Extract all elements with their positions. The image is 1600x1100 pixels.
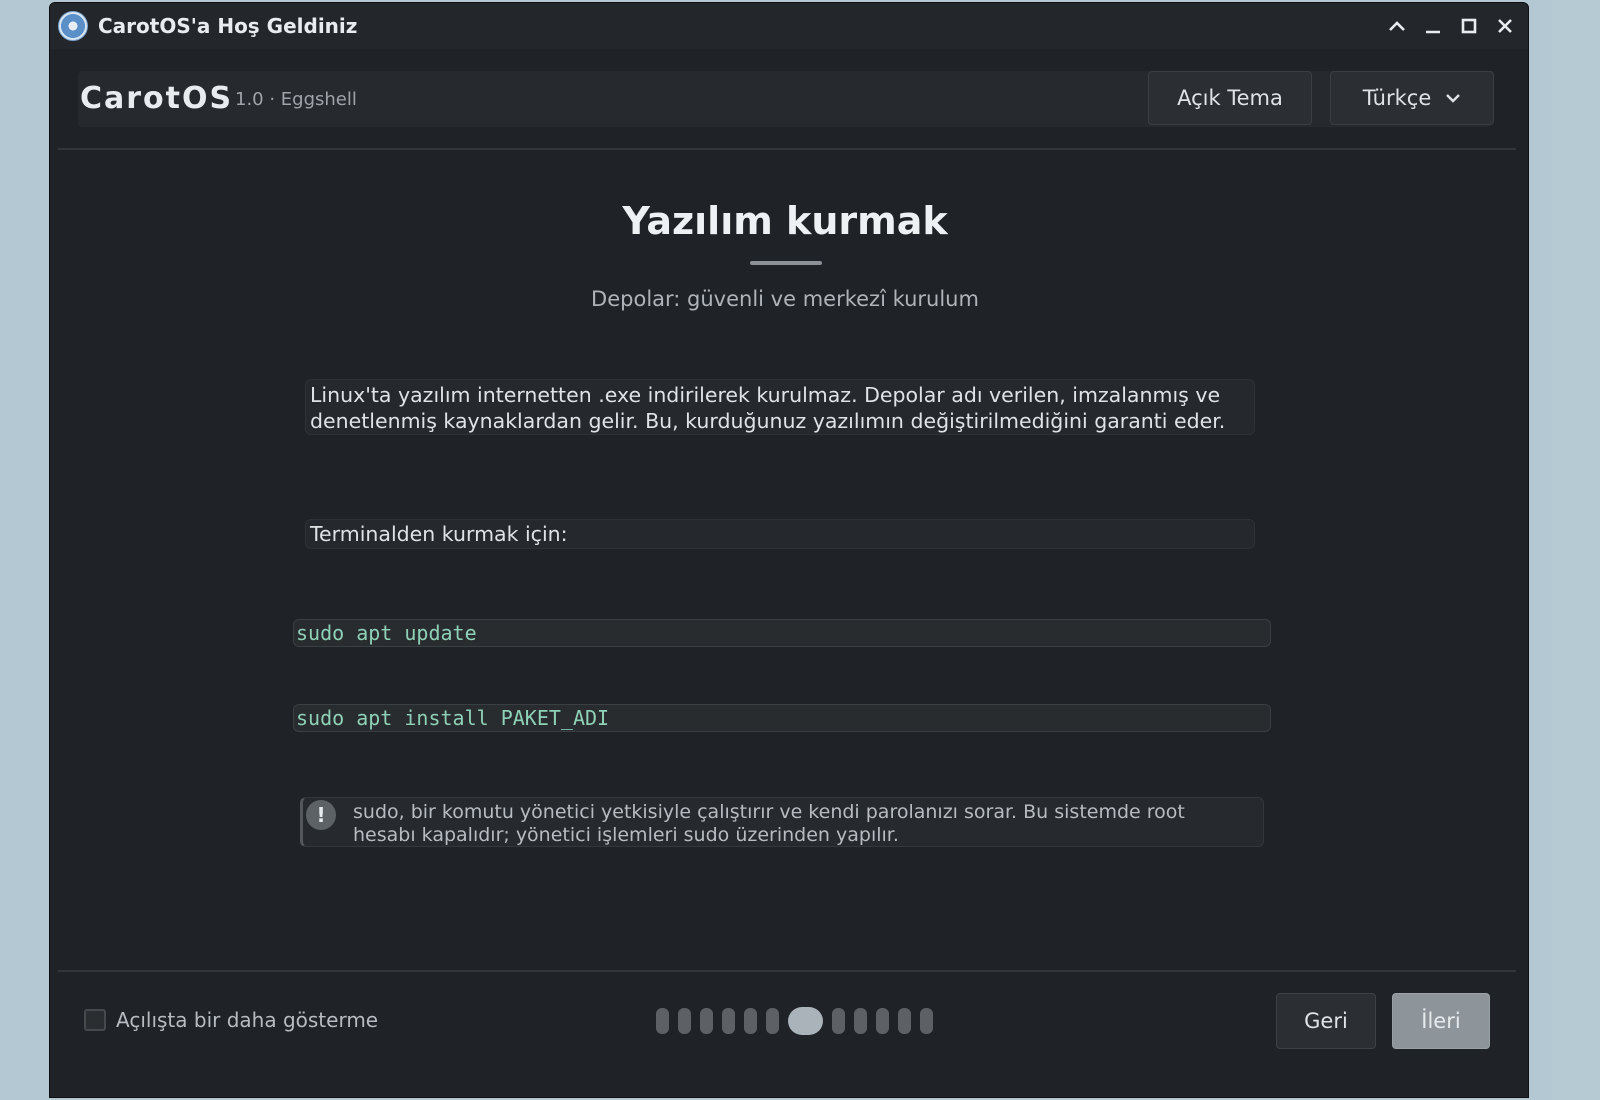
page-dot[interactable]	[700, 1008, 713, 1034]
terminal-label: Terminalden kurmak için:	[305, 519, 1255, 549]
page-indicator	[656, 1007, 933, 1035]
minimize-button[interactable]	[1420, 11, 1446, 41]
title-underline	[750, 261, 822, 265]
exclamation-icon: !	[306, 800, 336, 830]
titlebar: CarotOS'a Hoş Geldiniz	[50, 3, 1528, 49]
close-icon	[1498, 19, 1512, 33]
next-button[interactable]: İleri	[1392, 993, 1490, 1049]
maximize-icon	[1461, 18, 1477, 34]
back-button-label: Geri	[1304, 1009, 1348, 1033]
intro-paragraph: Linux'ta yazılım internetten .exe indiri…	[305, 379, 1255, 435]
command-apt-install[interactable]: sudo apt install PAKET_ADI	[293, 704, 1271, 732]
header-divider	[58, 148, 1516, 150]
window-controls	[1384, 11, 1518, 41]
app-logo-icon	[58, 11, 88, 41]
page-dot[interactable]	[744, 1008, 757, 1034]
chevron-down-icon	[1446, 94, 1461, 103]
maximize-button[interactable]	[1456, 11, 1482, 41]
theme-button-label: Açık Tema	[1177, 86, 1283, 110]
shade-button[interactable]	[1384, 11, 1410, 41]
welcome-window: CarotOS'a Hoş Geldiniz CarotOS 1.0 · Egg…	[49, 2, 1529, 1098]
page-title: Yazılım kurmak	[622, 199, 948, 243]
minimize-icon	[1426, 30, 1440, 34]
language-select[interactable]: Türkçe	[1330, 71, 1494, 125]
dont-show-again-checkbox[interactable]	[84, 1009, 106, 1031]
page-dot[interactable]	[832, 1008, 845, 1034]
footer-divider	[58, 970, 1516, 972]
page-dot-active[interactable]	[788, 1007, 823, 1035]
page-dot[interactable]	[656, 1008, 669, 1034]
back-button[interactable]: Geri	[1276, 993, 1376, 1049]
window-title: CarotOS'a Hoş Geldiniz	[98, 14, 358, 38]
language-select-label: Türkçe	[1362, 86, 1432, 110]
info-note: ! sudo, bir komutu yönetici yetkisiyle ç…	[300, 797, 1264, 847]
page-dot[interactable]	[854, 1008, 867, 1034]
theme-toggle-button[interactable]: Açık Tema	[1148, 71, 1312, 125]
page-dot[interactable]	[876, 1008, 889, 1034]
chevron-up-icon	[1389, 21, 1405, 31]
next-button-label: İleri	[1421, 1009, 1461, 1033]
page-dot[interactable]	[678, 1008, 691, 1034]
page-dot[interactable]	[920, 1008, 933, 1034]
page-subtitle: Depolar: güvenli ve merkezî kurulum	[591, 287, 979, 311]
dont-show-again-label[interactable]: Açılışta bir daha gösterme	[116, 1008, 378, 1032]
note-text: sudo, bir komutu yönetici yetkisiyle çal…	[353, 801, 1185, 846]
page-dot[interactable]	[766, 1008, 779, 1034]
desktop-background	[1552, 0, 1600, 1100]
page-dot[interactable]	[898, 1008, 911, 1034]
command-apt-update[interactable]: sudo apt update	[293, 619, 1271, 647]
close-button[interactable]	[1492, 11, 1518, 41]
page-dot[interactable]	[722, 1008, 735, 1034]
header-bar: CarotOS 1.0 · Eggshell Açık Tema Türkçe	[78, 71, 1494, 127]
brand-name: CarotOS	[80, 81, 234, 116]
version-label: 1.0 · Eggshell	[235, 89, 357, 110]
